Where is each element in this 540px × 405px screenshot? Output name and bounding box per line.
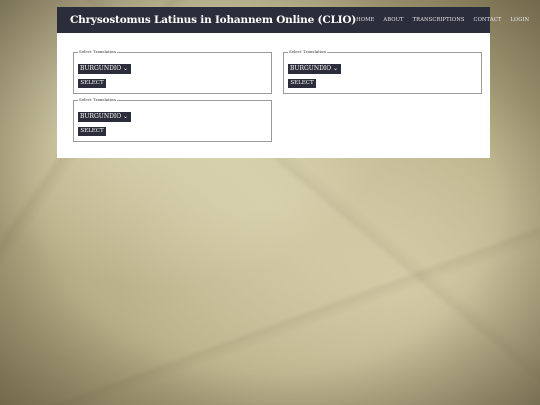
content-panel: Select Translation BURGUNDIO ⌄ SELECT Se… <box>57 33 490 158</box>
translation-panel-3: Select Translation BURGUNDIO ⌄ SELECT <box>73 98 272 142</box>
chevron-down-icon: ⌄ <box>122 113 128 120</box>
site-title[interactable]: Chrysostomus Latinus in Iohannem Online … <box>70 14 356 26</box>
nav-login-link[interactable]: LOGIN <box>510 17 529 23</box>
nav-about-link[interactable]: ABOUT <box>383 17 403 23</box>
nav-home-link[interactable]: HOME <box>356 17 374 23</box>
translation-panel-2: Select Translation BURGUNDIO ⌄ SELECT <box>283 50 482 94</box>
main-nav: HOME ABOUT TRANSCRIPTIONS CONTACT LOGIN <box>356 17 529 23</box>
select-button[interactable]: SELECT <box>288 79 316 88</box>
select-button[interactable]: SELECT <box>78 127 106 136</box>
top-navbar: Chrysostomus Latinus in Iohannem Online … <box>57 7 529 33</box>
nav-contact-link[interactable]: CONTACT <box>474 17 502 23</box>
translation-select[interactable]: BURGUNDIO ⌄ <box>78 112 131 122</box>
chevron-down-icon: ⌄ <box>122 65 128 72</box>
nav-transcriptions-link[interactable]: TRANSCRIPTIONS <box>413 17 465 23</box>
panel-legend: Select Translation <box>79 97 117 102</box>
translation-select-value: BURGUNDIO <box>80 113 122 120</box>
panel-legend: Select Translation <box>289 49 327 54</box>
translation-panel-1: Select Translation BURGUNDIO ⌄ SELECT <box>73 50 272 94</box>
panel-legend: Select Translation <box>79 49 117 54</box>
translation-select-value: BURGUNDIO <box>80 65 122 72</box>
translation-select[interactable]: BURGUNDIO ⌄ <box>288 64 341 74</box>
chevron-down-icon: ⌄ <box>332 65 338 72</box>
translation-select-value: BURGUNDIO <box>290 65 332 72</box>
translation-select[interactable]: BURGUNDIO ⌄ <box>78 64 131 74</box>
select-button[interactable]: SELECT <box>78 79 106 88</box>
